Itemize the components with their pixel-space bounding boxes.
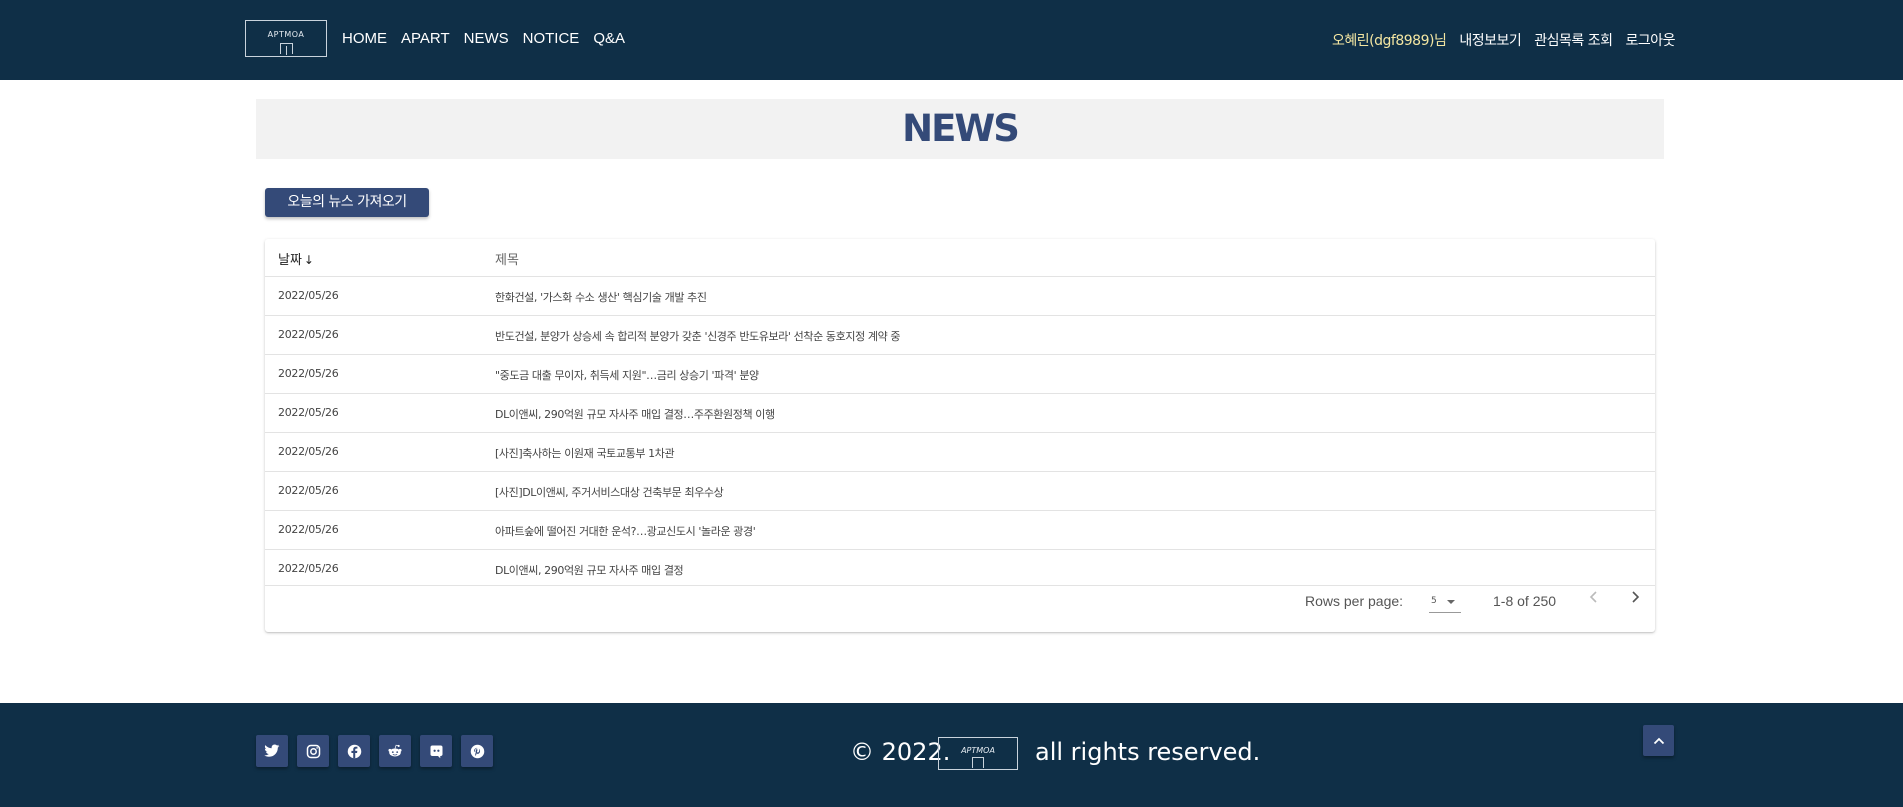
row-date: 2022/05/26 [278,562,339,575]
row-title[interactable]: DL이앤씨, 290억원 규모 자사주 매입 결정 [495,562,684,578]
rows-per-page-select[interactable]: 5 [1429,591,1461,613]
table-header: 날짜 ↓ 제목 [265,239,1655,277]
nav-qna[interactable]: Q&A [593,30,625,47]
table-row[interactable]: 2022/05/26 "중도금 대출 무이자, 취득세 지원"…금리 상승기 '… [265,355,1655,394]
footer: © 2022. all rights reserved. APTMOA [0,703,1903,807]
fetch-todays-news-button[interactable]: 오늘의 뉴스 가져오기 [265,188,429,217]
row-title[interactable]: [사진]축사하는 이원재 국토교통부 1차관 [495,445,675,461]
table-row[interactable]: 2022/05/26 한화건설, '가스화 수소 생산' 핵심기술 개발 추진 [265,277,1655,316]
instagram-icon[interactable] [297,735,329,767]
twitter-icon[interactable] [256,735,288,767]
row-date: 2022/05/26 [278,406,339,419]
top-navbar: APTMOA HOME APART NEWS NOTICE Q&A 오혜린(dg… [0,0,1903,80]
row-date: 2022/05/26 [278,523,339,536]
logout-link[interactable]: 로그아웃 [1625,30,1675,50]
table-row[interactable]: 2022/05/26 [사진]DL이앤씨, 주거서비스대상 건축부문 최우수상 [265,472,1655,511]
table-row[interactable]: 2022/05/26 DL이앤씨, 290억원 규모 자사주 매입 결정 [265,550,1655,586]
nav-notice[interactable]: NOTICE [523,30,580,47]
rows-per-page-label: Rows per page: [1305,593,1404,609]
main-nav: HOME APART NEWS NOTICE Q&A [342,30,625,47]
nav-news[interactable]: NEWS [464,30,509,47]
chevron-left-icon[interactable] [1589,589,1599,608]
nav-apart[interactable]: APART [401,30,450,47]
row-title[interactable]: "중도금 대출 무이자, 취득세 지원"…금리 상승기 '파격' 분양 [495,367,759,383]
page-range: 1-8 of 250 [1493,593,1557,609]
row-date: 2022/05/26 [278,445,339,458]
reddit-icon[interactable] [379,735,411,767]
user-name[interactable]: 오혜린(dgf8989)님 [1332,30,1447,50]
nav-home[interactable]: HOME [342,30,387,47]
date-header-label: 날짜 [278,253,302,268]
footer-logo: APTMOA [938,737,1018,770]
title-column-header: 제목 [495,253,519,268]
row-date: 2022/05/26 [278,484,339,497]
logo-text: APTMOA [267,30,305,39]
discord-icon[interactable] [420,735,452,767]
building-icon [280,43,293,55]
rows-per-page-value: 5 [1431,596,1437,606]
watchlist-link[interactable]: 관심목록 조회 [1534,30,1613,50]
row-title[interactable]: DL이앤씨, 290억원 규모 자사주 매입 결정…주주환원정책 이행 [495,406,775,422]
row-date: 2022/05/26 [278,289,339,302]
row-title[interactable]: [사진]DL이앤씨, 주거서비스대상 건축부문 최우수상 [495,484,724,500]
row-title[interactable]: 한화건설, '가스화 수소 생산' 핵심기술 개발 추진 [495,289,707,305]
my-info-link[interactable]: 내정보보기 [1459,30,1521,50]
page-title: NEWS [902,107,1020,150]
page-banner: NEWS [256,99,1664,159]
facebook-icon[interactable] [338,735,370,767]
social-links [256,735,493,767]
sort-arrow-icon: ↓ [303,253,314,267]
table-row[interactable]: 2022/05/26 DL이앤씨, 290억원 규모 자사주 매입 결정…주주환… [265,394,1655,433]
row-date: 2022/05/26 [278,328,339,341]
table-row[interactable]: 2022/05/26 반도건설, 분양가 상승세 속 합리적 분양가 갖춘 '신… [265,316,1655,355]
date-column-header[interactable]: 날짜 ↓ [278,249,314,268]
footer-logo-text: APTMOA [961,746,995,755]
building-icon [972,757,984,768]
table-row[interactable]: 2022/05/26 [사진]축사하는 이원재 국토교통부 1차관 [265,433,1655,472]
row-title[interactable]: 아파트숲에 떨어진 거대한 운석?…광교신도시 '놀라운 광경' [495,523,756,539]
copyright-prefix: © 2022. [850,738,951,766]
copyright-suffix: all rights reserved. [1035,738,1261,766]
scroll-to-top-button[interactable] [1643,725,1674,756]
pagination: Rows per page: 5 1-8 of 250 [265,585,1655,625]
table-row[interactable]: 2022/05/26 아파트숲에 떨어진 거대한 운석?…광교신도시 '놀라운 … [265,511,1655,550]
caret-down-icon [1447,600,1455,604]
pinterest-icon[interactable] [461,735,493,767]
news-table: 날짜 ↓ 제목 2022/05/26 한화건설, '가스화 수소 생산' 핵심기술… [265,239,1655,632]
chevron-right-icon[interactable] [1630,589,1640,608]
row-title[interactable]: 반도건설, 분양가 상승세 속 합리적 분양가 갖춘 '신경주 반도유보라' 선… [495,328,901,344]
aptmoa-logo[interactable]: APTMOA [245,20,327,57]
row-date: 2022/05/26 [278,367,339,380]
user-nav: 오혜린(dgf8989)님 내정보보기 관심목록 조회 로그아웃 [1332,30,1675,50]
chevron-up-icon [1653,737,1664,744]
